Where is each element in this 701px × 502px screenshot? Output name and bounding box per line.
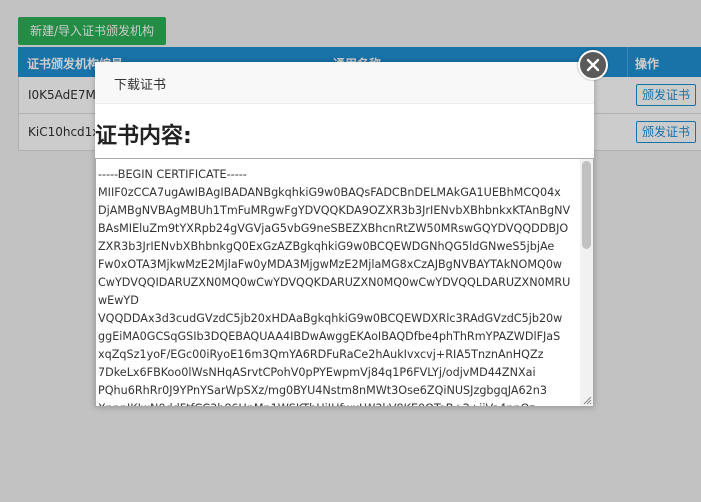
close-icon [586, 58, 600, 72]
certificate-textarea[interactable]: -----BEGIN CERTIFICATE----- MIIF0zCCA7ug… [95, 158, 594, 407]
certificate-text[interactable]: -----BEGIN CERTIFICATE----- MIIF0zCCA7ug… [98, 166, 578, 406]
certificate-content-heading: 证书内容: [95, 124, 192, 149]
dialog-header: 下载证书 [95, 62, 594, 104]
download-certificate-dialog: 下载证书 证书内容: -----BEGIN CERTIFICATE----- M… [95, 62, 594, 407]
resize-grip-icon[interactable] [582, 395, 592, 405]
scrollbar-thumb[interactable] [582, 161, 591, 249]
close-dialog-button[interactable] [578, 50, 608, 80]
dialog-title: 下载证书 [114, 78, 167, 93]
textarea-scrollbar[interactable] [580, 159, 593, 406]
